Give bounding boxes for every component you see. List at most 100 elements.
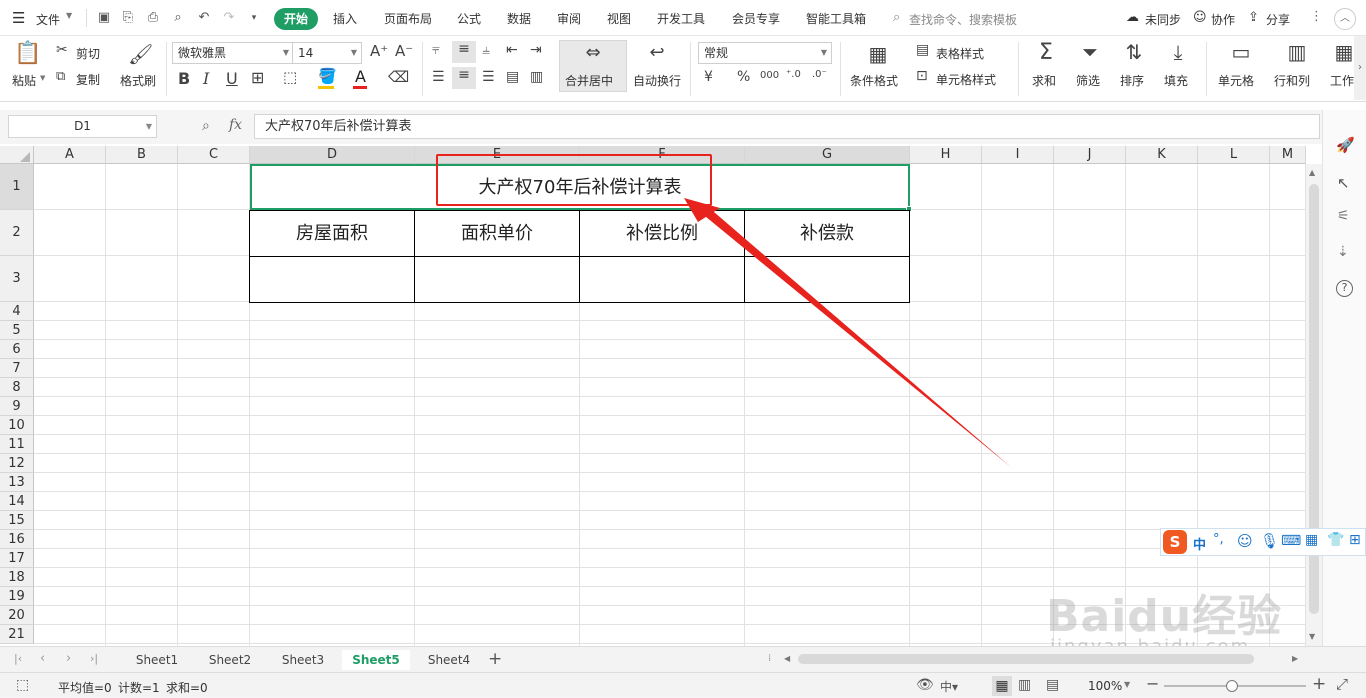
hamburger-menu-icon[interactable]: ☰ — [12, 10, 25, 26]
copy-button[interactable]: 复制 — [76, 71, 100, 88]
increase-decimal-icon[interactable]: ⁺.0 — [786, 69, 801, 80]
horizontal-scroll-thumb[interactable] — [798, 654, 1254, 664]
sheet-tab-sheet2[interactable]: Sheet2 — [199, 650, 261, 670]
thousands-separator-icon[interactable]: 000 — [760, 70, 779, 81]
ime-menu-icon[interactable]: ⊞ — [1349, 532, 1361, 548]
indent-increase-icon[interactable]: ⇥ — [530, 42, 542, 58]
cell-button[interactable]: 单元格 — [1218, 72, 1254, 89]
emoji-icon[interactable]: ☺ — [1237, 532, 1253, 550]
sheet-tab-sheet5[interactable]: Sheet5 — [342, 650, 410, 670]
sheet-tab-sheet4[interactable]: Sheet4 — [418, 650, 480, 670]
table-style-button[interactable]: 表格样式 — [936, 45, 984, 62]
rows-columns-button[interactable]: 行和列 — [1274, 72, 1310, 89]
align-top-icon[interactable]: ⫧ — [432, 42, 440, 58]
sheet-tab-sheet3[interactable]: Sheet3 — [272, 650, 334, 670]
save-icon[interactable]: ▣ — [96, 10, 112, 26]
skin-icon[interactable]: 👕 — [1327, 532, 1344, 548]
collaborate-button[interactable]: 协作 — [1211, 11, 1235, 28]
border-icon[interactable]: ⊞ — [251, 68, 264, 87]
sheet-tab-sheet1[interactable]: Sheet1 — [126, 650, 188, 670]
zoom-dropdown-icon[interactable]: ▼ — [1124, 680, 1130, 689]
spreadsheet-grid[interactable]: ABCDEFGHIJKLM 1 2 3 4 5 6 7 8 9 10 11 12 13 14 15 16 17 1… — [0, 146, 1306, 646]
filter-button[interactable]: 筛选 — [1076, 72, 1100, 89]
page-break-view-icon[interactable]: ▥ — [1018, 677, 1031, 693]
tab-data[interactable]: 数据 — [497, 8, 541, 30]
cell-style-button[interactable]: 单元格样式 — [936, 71, 996, 88]
vertical-scrollbar[interactable]: ▲ ▼ — [1306, 164, 1322, 646]
cell-style-icon[interactable]: ⊡ — [916, 68, 928, 84]
formula-input[interactable]: 大产权70年后补偿计算表 — [254, 114, 1320, 139]
decrease-font-icon[interactable]: A⁻ — [395, 42, 413, 60]
last-sheet-icon[interactable]: ›| — [90, 652, 98, 665]
format-painter-button[interactable]: 格式刷 — [120, 72, 156, 89]
paste-button[interactable]: 粘贴 — [12, 72, 36, 89]
paste-chevron-icon[interactable]: ▼ — [40, 74, 45, 82]
normal-view-icon[interactable]: ▦ — [992, 676, 1012, 696]
bold-icon[interactable]: B — [178, 69, 190, 88]
keyboard-icon[interactable]: ⌨ — [1281, 533, 1301, 549]
tab-page-layout[interactable]: 页面布局 — [374, 8, 442, 30]
align-center-icon[interactable]: ≡ — [452, 67, 476, 89]
punctuation-icon[interactable]: °, — [1213, 532, 1224, 547]
toolbox-icon[interactable]: ▦ — [1305, 532, 1318, 548]
page-layout-view-icon[interactable]: ▤ — [1046, 677, 1059, 693]
collaborate-icon[interactable]: ☺ — [1193, 10, 1207, 26]
increase-font-icon[interactable]: A⁺ — [370, 42, 388, 60]
fullscreen-icon[interactable]: ⤢ — [1336, 675, 1348, 693]
tab-member[interactable]: 会员专享 — [722, 8, 790, 30]
data-panel-icon[interactable]: ⇣ — [1337, 244, 1349, 260]
macro-record-icon[interactable]: ⬚ — [16, 677, 29, 693]
align-bottom-icon[interactable]: ⫨ — [482, 42, 490, 58]
name-box[interactable]: D1 ▼ — [8, 115, 157, 138]
print-icon[interactable]: ⎙ — [145, 10, 161, 26]
search-icon[interactable]: ⌕ — [893, 10, 900, 26]
command-search[interactable]: 查找命令、搜索模板 — [909, 11, 1017, 28]
next-sheet-icon[interactable]: › — [66, 651, 71, 666]
scroll-left-icon[interactable]: ◀ — [784, 654, 790, 663]
sum-button[interactable]: 求和 — [1032, 72, 1056, 89]
scroll-split-handle[interactable]: ⁞ — [768, 653, 771, 664]
zoom-search-icon[interactable]: ⌕ — [202, 118, 210, 134]
ribbon-scroll-right-icon[interactable]: › — [1354, 36, 1366, 100]
filter-icon[interactable]: ⏷ — [1078, 40, 1102, 64]
cloud-sync-icon[interactable]: ☁ — [1126, 10, 1139, 26]
decrease-decimal-icon[interactable]: .0⁻ — [812, 69, 827, 80]
ime-mode-indicator[interactable]: 中 — [1193, 534, 1206, 553]
worksheet-button[interactable]: 工作 — [1330, 72, 1354, 89]
eraser-icon[interactable]: ⌫ — [388, 68, 409, 86]
scissors-icon[interactable]: ✂ — [56, 42, 68, 58]
zoom-slider-thumb[interactable] — [1226, 680, 1238, 692]
cell-menu-icon[interactable]: ▭ — [1228, 40, 1254, 64]
underline-icon[interactable]: U — [226, 69, 238, 88]
font-size-select[interactable]: 14 ▼ — [292, 42, 362, 64]
conditional-format-button[interactable]: 条件格式 — [850, 72, 898, 89]
share-icon[interactable]: ⇪ — [1248, 10, 1259, 26]
copy-icon[interactable]: ⧉ — [56, 69, 65, 84]
tab-insert[interactable]: 插入 — [323, 8, 367, 30]
fill-down-icon[interactable]: ⤓ — [1166, 40, 1190, 64]
indent-decrease-icon[interactable]: ⇤ — [506, 42, 518, 58]
percent-icon[interactable]: % — [737, 69, 750, 85]
cut-button[interactable]: 剪切 — [76, 45, 100, 62]
ime-status-icon[interactable]: 中▾ — [940, 678, 958, 695]
currency-icon[interactable]: ¥ — [704, 69, 713, 85]
format-painter-icon[interactable]: 🖌 — [128, 40, 153, 68]
align-left-icon[interactable]: ☰ — [432, 69, 445, 85]
file-menu-chevron-icon[interactable]: ▼ — [66, 11, 72, 20]
distributed-align-icon[interactable]: ▥ — [530, 69, 543, 85]
zoom-level[interactable]: 100% — [1088, 679, 1122, 693]
prev-sheet-icon[interactable]: ‹ — [40, 651, 45, 666]
add-sheet-icon[interactable]: + — [488, 649, 502, 669]
sort-icon[interactable]: ⇅ — [1122, 40, 1146, 64]
tab-formulas[interactable]: 公式 — [447, 8, 491, 30]
cursor-select-icon[interactable]: ↖ — [1337, 174, 1350, 192]
adjust-settings-icon[interactable]: ⚟ — [1337, 208, 1350, 224]
number-format-select[interactable]: 常规 ▼ — [698, 42, 832, 64]
eye-protection-icon[interactable]: 👁 — [916, 677, 934, 693]
tab-smart-toolbox[interactable]: 智能工具箱 — [796, 8, 876, 30]
customize-quickbar-icon[interactable]: ▾ — [246, 10, 262, 26]
table-style-icon[interactable]: ▤ — [916, 42, 929, 58]
align-middle-icon[interactable]: ≡ — [452, 41, 476, 63]
sum-icon[interactable]: Σ — [1034, 40, 1058, 65]
italic-icon[interactable]: I — [203, 69, 209, 88]
